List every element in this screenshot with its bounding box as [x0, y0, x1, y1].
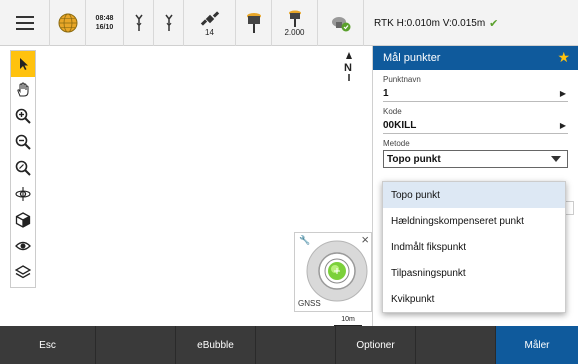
north-label: N	[344, 62, 352, 74]
rtk-link-icon	[331, 17, 350, 32]
point-name-label: Punktnavn	[383, 75, 421, 84]
code-field[interactable]: 00KILL ▶	[383, 118, 568, 134]
chevron-right-icon[interactable]: ▶	[560, 121, 566, 130]
scale-bar: 10m	[334, 316, 362, 326]
satellites-button[interactable]: 14	[184, 0, 236, 46]
antenna-icon	[164, 14, 173, 31]
antenna-icon	[134, 14, 143, 31]
pole-icon	[288, 10, 301, 27]
satellite-icon	[200, 10, 219, 26]
panel-header: Mål punkter ★	[373, 46, 578, 70]
radio-button[interactable]	[124, 0, 154, 46]
hand-icon	[17, 82, 29, 97]
date-text: 16/10	[95, 24, 114, 31]
status-bar: 08:48 16/10 14 2.000 RTK H:0.010m V:0.01…	[0, 0, 578, 46]
code-value: 00KILL	[383, 120, 417, 131]
view-3d-button[interactable]	[11, 207, 35, 233]
select-tool-button[interactable]	[11, 51, 35, 77]
time-text: 08:48	[95, 15, 114, 22]
receiver-button[interactable]	[236, 0, 272, 46]
method-option[interactable]: Topo punkt	[383, 182, 565, 208]
internet-button[interactable]	[154, 0, 184, 46]
app-window: 08:48 16/10 14 2.000 RTK H:0.010m V:0.01…	[0, 0, 578, 364]
layers-button[interactable]	[11, 259, 35, 285]
zoom-out-button[interactable]	[11, 129, 35, 155]
chevron-right-icon[interactable]: ▶	[560, 89, 566, 98]
method-dropdown: Topo punkt Hældningskompenseret punkt In…	[382, 181, 566, 313]
zoom-out-icon	[15, 134, 31, 150]
zoom-in-button[interactable]	[11, 103, 35, 129]
layers-icon	[15, 265, 31, 279]
options-button[interactable]: Optioner	[336, 326, 416, 364]
point-name-value: 1	[383, 88, 389, 99]
north-arrow: N	[341, 52, 357, 82]
filter-button[interactable]	[11, 233, 35, 259]
eye-icon	[15, 241, 31, 251]
globe-icon	[58, 13, 77, 33]
menu-button[interactable]	[0, 0, 50, 46]
connection-button[interactable]	[318, 0, 364, 46]
empty-softkey[interactable]	[96, 326, 176, 364]
measure-button[interactable]: Måler	[496, 326, 578, 364]
map-toolbar	[10, 50, 36, 288]
method-option[interactable]: Kvikpunkt	[383, 286, 565, 312]
method-value: Topo punkt	[387, 153, 441, 165]
cube-icon	[15, 212, 31, 228]
chevron-down-icon	[551, 156, 561, 162]
favorite-star-icon[interactable]: ★	[557, 49, 570, 66]
panel-title: Mål punkter	[383, 52, 441, 64]
check-icon: ✔	[489, 17, 499, 30]
point-name-field[interactable]: 1 ▶	[383, 86, 568, 102]
empty-softkey[interactable]	[256, 326, 336, 364]
zoom-extents-icon	[15, 160, 31, 176]
method-option[interactable]: Hældningskompenseret punkt	[383, 208, 565, 234]
zoom-in-icon	[15, 108, 31, 124]
pan-tool-button[interactable]	[11, 77, 35, 103]
gnss-receiver-icon	[246, 13, 261, 33]
method-option[interactable]: Indmålt fikspunkt	[383, 234, 565, 260]
antenna-height-text: 2.000	[284, 27, 305, 37]
bottom-toolbar: Esc eBubble Optioner Måler	[0, 326, 578, 364]
method-select[interactable]: Topo punkt	[383, 150, 568, 168]
antenna-height-button[interactable]: 2.000	[272, 0, 318, 46]
method-label: Metode	[383, 139, 410, 148]
menu-icon	[16, 16, 34, 18]
code-label: Kode	[383, 107, 402, 116]
map-view[interactable]: N 🔧 × GNSS 10m	[0, 46, 372, 326]
rtk-status[interactable]: RTK H:0.010m V:0.015m ✔	[364, 0, 578, 46]
gnss-bubble-widget[interactable]: 🔧 × GNSS	[294, 232, 372, 312]
zoom-extents-button[interactable]	[11, 155, 35, 181]
satellite-count: 14	[205, 27, 214, 37]
rtk-precision-text: RTK H:0.010m V:0.015m	[374, 17, 486, 29]
hidden-field-edge	[566, 201, 574, 215]
gnss-label: GNSS	[298, 299, 321, 308]
empty-softkey[interactable]	[416, 326, 496, 364]
esc-button[interactable]: Esc	[0, 326, 96, 364]
cursor-icon	[20, 58, 28, 70]
ebubble-button[interactable]: eBubble	[176, 326, 256, 364]
orbit-icon	[15, 187, 31, 201]
job-button[interactable]	[50, 0, 86, 46]
method-option[interactable]: Tilpasningspunkt	[383, 260, 565, 286]
orbit-button[interactable]	[11, 181, 35, 207]
date-time[interactable]: 08:48 16/10	[86, 0, 124, 46]
